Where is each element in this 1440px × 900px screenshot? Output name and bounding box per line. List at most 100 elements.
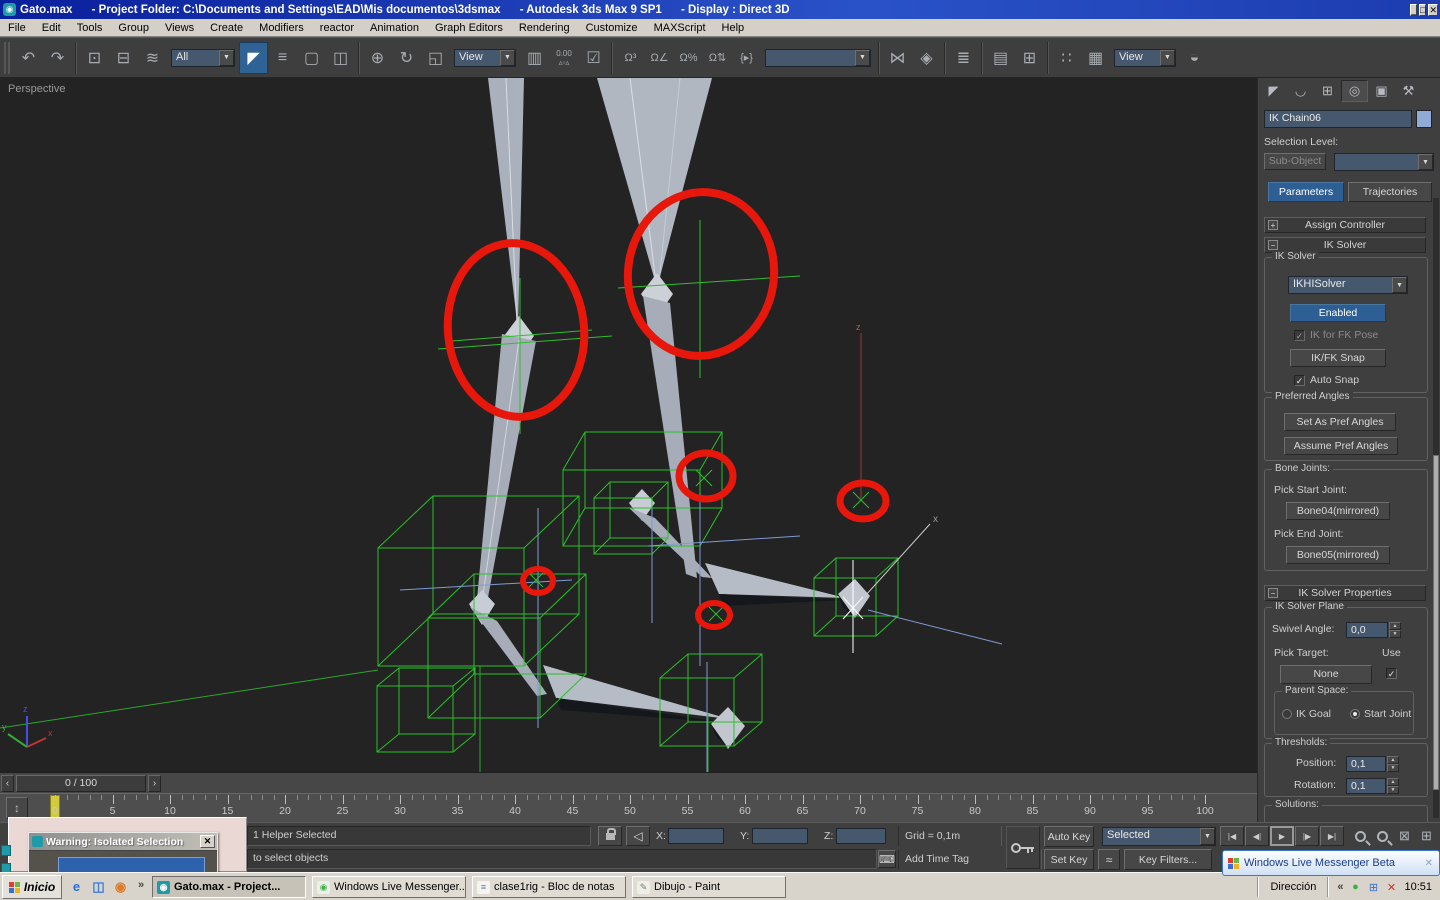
unlink-selection-icon[interactable]: ⊟ <box>109 42 138 74</box>
chevron-down-icon[interactable]: ▼ <box>219 49 234 66</box>
create-tab[interactable]: ◤ <box>1260 80 1287 102</box>
minimize-button[interactable]: _ <box>1410 3 1418 16</box>
curve-editor-icon[interactable]: ▤ <box>986 42 1015 74</box>
pick-end-joint-button[interactable]: Bone05(mirrored) <box>1286 546 1390 564</box>
menu-file[interactable]: File <box>0 21 34 35</box>
redo-icon[interactable]: ↷ <box>43 42 72 74</box>
taskbar-task-paint[interactable]: ✎ Dibujo - Paint <box>632 876 786 898</box>
key-filters-button[interactable]: Key Filters... <box>1124 849 1212 870</box>
rotation-threshold-spinner[interactable]: ▲ ▼ <box>1387 778 1399 794</box>
tray-windows-icon[interactable]: ⊞ <box>1365 879 1381 895</box>
swivel-angle-field[interactable]: 0,0 <box>1346 622 1388 638</box>
expand-icon[interactable]: + <box>1268 220 1278 230</box>
time-slider-left-arrow[interactable]: ‹ <box>1 775 14 792</box>
spinner-snap-icon[interactable]: Ω⇅ <box>703 42 732 74</box>
chevron-down-icon[interactable]: ▼ <box>1160 49 1175 66</box>
keyboard-override-toggle[interactable]: ⌨ <box>878 850 896 868</box>
sub-object-dropdown[interactable]: ▼ <box>1334 153 1434 171</box>
quicklaunch-messenger-icon[interactable]: ◫ <box>90 878 107 895</box>
menu-views[interactable]: Views <box>157 21 202 35</box>
sub-object-button[interactable]: Sub-Object <box>1264 153 1326 170</box>
menu-create[interactable]: Create <box>202 21 251 35</box>
angle-snap-icon[interactable]: Ω∠ <box>645 42 674 74</box>
address-toolbar-label[interactable]: Dirección <box>1270 881 1316 893</box>
chevron-down-icon[interactable]: ▼ <box>1418 154 1433 170</box>
menu-group[interactable]: Group <box>110 21 157 35</box>
menu-edit[interactable]: Edit <box>34 21 69 35</box>
use-target-checkbox[interactable]: ✓ <box>1386 668 1397 679</box>
select-and-move-icon[interactable]: ⊕ <box>363 42 392 74</box>
viewport[interactable]: x z z y x Perspective <box>0 78 1257 772</box>
go-to-start-button[interactable]: |◀ <box>1220 826 1244 846</box>
select-object-icon[interactable]: ◤ <box>239 41 268 74</box>
start-joint-radio[interactable] <box>1350 709 1360 719</box>
menu-animation[interactable]: Animation <box>362 21 427 35</box>
toolbar-handle[interactable] <box>4 41 10 74</box>
pick-target-none-button[interactable]: None <box>1280 665 1372 684</box>
swivel-angle-spinner[interactable]: ▲ ▼ <box>1389 622 1401 638</box>
ikfk-snap-button[interactable]: IK/FK Snap <box>1290 349 1386 367</box>
default-in-out-tangents-button[interactable]: ≈ <box>1098 849 1120 870</box>
viewport-canvas[interactable]: x z z y x <box>0 78 1257 772</box>
z-coord-field[interactable] <box>836 828 886 844</box>
rotation-threshold-field[interactable]: 0,1 <box>1346 778 1386 794</box>
assign-controller-rollout[interactable]: + Assign Controller <box>1264 217 1426 233</box>
panel-scrollbar-thumb[interactable] <box>1433 455 1439 790</box>
parameters-tab[interactable]: Parameters <box>1268 182 1344 202</box>
layer-manager-icon[interactable]: ≣ <box>949 42 978 74</box>
collapse-icon[interactable]: − <box>1268 240 1278 250</box>
select-and-scale-icon[interactable]: ◱ <box>421 42 450 74</box>
selection-filter-dropdown[interactable]: All ▼ <box>171 48 235 67</box>
menu-modifiers[interactable]: Modifiers <box>251 21 312 35</box>
maximize-button[interactable]: □ <box>1419 3 1427 16</box>
chevron-down-icon[interactable]: ▼ <box>500 49 515 66</box>
menu-maxscript[interactable]: MAXScript <box>646 21 714 35</box>
pick-start-joint-button[interactable]: Bone04(mirrored) <box>1286 502 1390 520</box>
tray-chevron[interactable]: « <box>1337 881 1343 893</box>
next-frame-button[interactable]: |▶ <box>1295 826 1319 846</box>
menu-rendering[interactable]: Rendering <box>511 21 578 35</box>
taskbar-task-notepad[interactable]: ≡ clase1rig - Bloc de notas <box>472 876 626 898</box>
enabled-button[interactable]: Enabled <box>1290 304 1386 322</box>
snaps-toggle-icon[interactable]: Ω³ <box>616 42 645 74</box>
auto-key-button[interactable]: Auto Key <box>1044 826 1094 847</box>
set-keys-button[interactable] <box>1006 826 1040 869</box>
hierarchy-tab[interactable]: ⊞ <box>1314 80 1341 102</box>
assume-pref-angles-button[interactable]: Assume Pref Angles <box>1284 437 1398 455</box>
y-coord-field[interactable] <box>752 828 808 844</box>
tray-volume-muted-icon[interactable]: ✕ <box>1383 879 1399 895</box>
close-button[interactable]: ✕ <box>1428 3 1438 16</box>
ik-solver-properties-rollout[interactable]: − IK Solver Properties <box>1264 585 1426 601</box>
position-threshold-spinner[interactable]: ▲ ▼ <box>1387 756 1399 772</box>
close-icon[interactable]: ✕ <box>1425 858 1433 869</box>
use-pivot-point-icon[interactable]: ▥ <box>520 42 549 74</box>
chevron-down-icon[interactable]: ▼ <box>1392 277 1407 293</box>
auto-snap-checkbox[interactable]: ✓ <box>1294 375 1305 386</box>
x-coord-field[interactable] <box>668 828 724 844</box>
render-preset-dropdown[interactable]: View ▼ <box>1114 48 1176 67</box>
chevron-down-icon[interactable]: ▼ <box>1200 828 1215 845</box>
taskbar-task-gato[interactable]: ◉ Gato.max - Project... <box>152 876 306 898</box>
close-icon[interactable]: ✕ <box>200 835 215 848</box>
material-editor-icon[interactable]: ∷ <box>1052 42 1081 74</box>
render-setup-icon[interactable]: ▦ <box>1081 42 1110 74</box>
selection-lock-toggle[interactable] <box>598 826 622 846</box>
position-threshold-field[interactable]: 0,1 <box>1346 756 1386 772</box>
menu-tools[interactable]: Tools <box>69 21 111 35</box>
time-slider-right-arrow[interactable]: › <box>148 775 161 792</box>
reference-coordinate-dropdown[interactable]: View ▼ <box>454 48 516 67</box>
menu-reactor[interactable]: reactor <box>312 21 362 35</box>
modify-tab[interactable]: ◡ <box>1287 80 1314 102</box>
undo-icon[interactable]: ↶ <box>14 42 43 74</box>
go-to-end-button[interactable]: ▶| <box>1320 826 1344 846</box>
warning-dialog-titlebar[interactable]: Warning: Isolated Selection ✕ <box>29 833 217 850</box>
quick-render-icon[interactable]: ◒ <box>1180 42 1209 74</box>
viewport-label[interactable]: Perspective <box>8 83 65 95</box>
zoom-extents-icon[interactable]: ⊠ <box>1394 826 1415 846</box>
menu-customize[interactable]: Customize <box>578 21 646 35</box>
named-selection-sets-icon[interactable]: {▸} <box>732 42 761 74</box>
taskbar-task-messenger[interactable]: ◉ Windows Live Messenger... <box>312 876 466 898</box>
snap-offset-icon[interactable]: 0.00 ▵◦▵ <box>549 49 579 67</box>
utilities-tab[interactable]: ⚒ <box>1395 80 1422 102</box>
object-color-swatch[interactable] <box>1416 110 1432 128</box>
